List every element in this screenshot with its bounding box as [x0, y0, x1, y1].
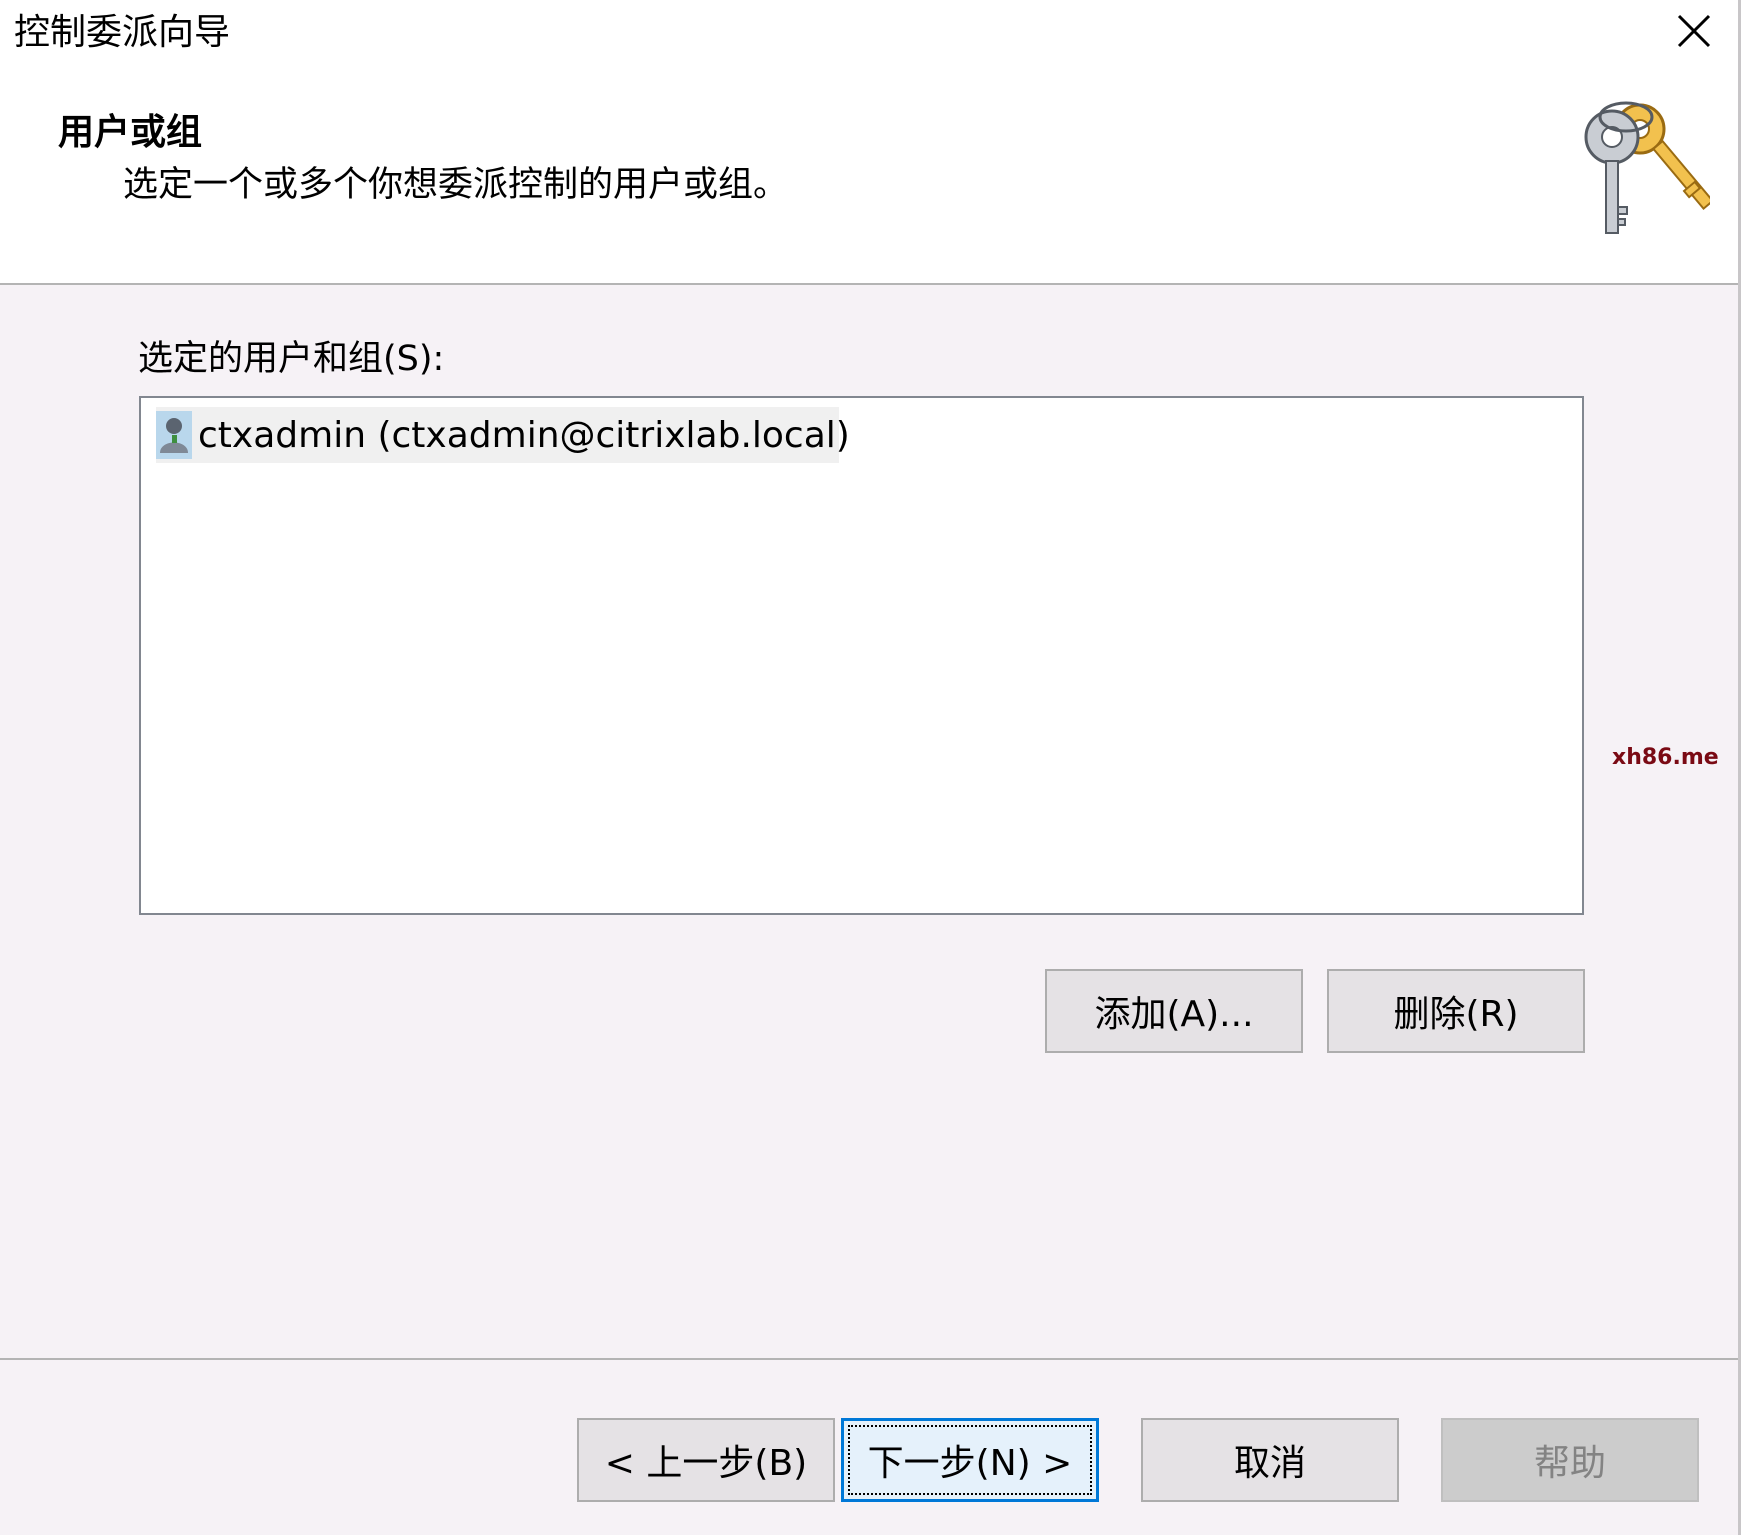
- user-icon: [156, 411, 192, 459]
- next-button[interactable]: 下一步(N) >: [841, 1418, 1099, 1502]
- next-button-label: 下一步(N) >: [867, 1443, 1073, 1484]
- wizard-header: 控制委派向导 用户或组 选定一个或多个你想委派控制的用户或组。: [0, 0, 1738, 285]
- remove-button[interactable]: 删除(R): [1327, 969, 1585, 1053]
- window-title: 控制委派向导: [14, 12, 231, 53]
- page-subtitle: 选定一个或多个你想委派控制的用户或组。: [123, 165, 789, 205]
- list-item[interactable]: ctxadmin (ctxadmin@citrixlab.local): [156, 407, 850, 463]
- add-button[interactable]: 添加(A)...: [1045, 969, 1303, 1053]
- selected-users-listbox[interactable]: ctxadmin (ctxadmin@citrixlab.local): [139, 396, 1584, 915]
- page-heading: 用户或组: [58, 112, 203, 153]
- watermark-text: xh86.me: [1612, 745, 1719, 770]
- help-button[interactable]: 帮助: [1441, 1418, 1699, 1502]
- close-button[interactable]: [1665, 6, 1723, 58]
- selected-users-label: 选定的用户和组(S):: [138, 339, 445, 379]
- cancel-button[interactable]: 取消: [1141, 1418, 1399, 1502]
- back-button[interactable]: < 上一步(B): [577, 1418, 835, 1502]
- delegation-wizard-window: 控制委派向导 用户或组 选定一个或多个你想委派控制的用户或组。 选定的用户和组(…: [0, 0, 1741, 1535]
- close-icon: [1677, 14, 1711, 48]
- list-item-label: ctxadmin (ctxadmin@citrixlab.local): [198, 414, 850, 456]
- keys-icon: [1580, 95, 1715, 237]
- footer-divider: [0, 1358, 1738, 1360]
